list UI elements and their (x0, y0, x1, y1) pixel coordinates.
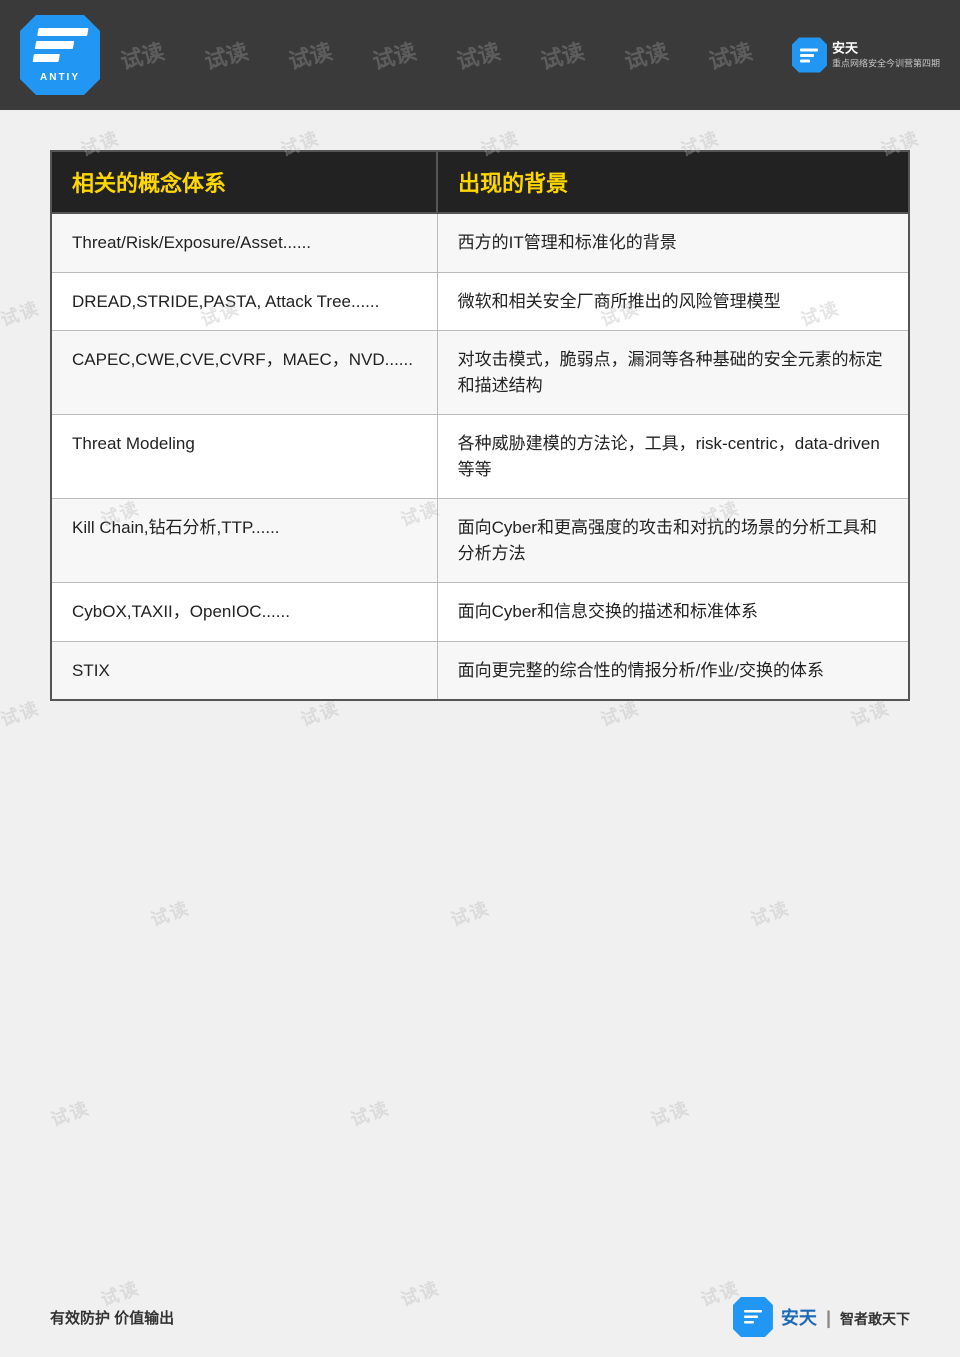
footer-antiy-text: 安天 (781, 1308, 817, 1328)
footer-left-text: 有效防护 价值输出 (50, 1307, 174, 1328)
header-wm-6: 试读 (537, 39, 588, 71)
header-right-logo: 安天 重点网络安全今训营第四期 (792, 38, 940, 73)
col-right-header: 出现的背景 (437, 151, 909, 213)
table-cell-left-2: CAPEC,CWE,CVE,CVRF，MAEC，NVD...... (51, 331, 437, 415)
header-wm-3: 试读 (285, 39, 336, 71)
col-left-header: 相关的概念体系 (51, 151, 437, 213)
table-cell-right-4: 面向Cyber和更高强度的攻击和对抗的场景的分析工具和分析方法 (437, 499, 909, 583)
footer-divider: | (826, 1308, 831, 1328)
table-cell-right-3: 各种威胁建模的方法论，工具，risk-centric，data-driven等等 (437, 415, 909, 499)
table-cell-left-6: STIX (51, 641, 437, 700)
footer-logo-sub: 智者敢天下 (840, 1311, 910, 1327)
logo-stripe-1 (37, 28, 88, 36)
table-row: Kill Chain,钻石分析,TTP......面向Cyber和更高强度的攻击… (51, 499, 909, 583)
table-row: Threat/Risk/Exposure/Asset......西方的IT管理和… (51, 213, 909, 272)
table-cell-right-2: 对攻击模式，脆弱点，漏洞等各种基础的安全元素的标定和描述结构 (437, 331, 909, 415)
header-wm-1: 试读 (117, 39, 168, 71)
antiy-logo: ANTIY (20, 15, 100, 95)
table-cell-left-4: Kill Chain,钻石分析,TTP...... (51, 499, 437, 583)
table-row: Threat Modeling各种威胁建模的方法论，工具，risk-centri… (51, 415, 909, 499)
header-wm-7: 试读 (621, 39, 672, 71)
table-cell-right-1: 微软和相关安全厂商所推出的风险管理模型 (437, 272, 909, 331)
header-wm-8: 试读 (705, 39, 756, 71)
logo-stripe-2 (35, 41, 74, 49)
header-wm-5: 试读 (453, 39, 504, 71)
logo-text: ANTIY (40, 72, 80, 83)
header-wm-2: 试读 (201, 39, 252, 71)
logo-stripes (31, 28, 88, 68)
table-cell-right-5: 面向Cyber和信息交换的描述和标准体系 (437, 583, 909, 642)
footer-logo-text: 安天 | 智者敢天下 (781, 1304, 910, 1330)
header-right-logo-sub: 重点网络安全今训营第四期 (832, 56, 940, 69)
footer-right: 安天 | 智者敢天下 (733, 1297, 910, 1337)
logo-stripe-3 (33, 54, 60, 62)
table-cell-left-3: Threat Modeling (51, 415, 437, 499)
table-cell-right-0: 西方的IT管理和标准化的背景 (437, 213, 909, 272)
table-cell-left-0: Threat/Risk/Exposure/Asset...... (51, 213, 437, 272)
header-wm-4: 试读 (369, 39, 420, 71)
header: ANTIY 试读 试读 试读 试读 试读 试读 试读 试读 安天 重点网络安全今… (0, 0, 960, 110)
footer-badge (733, 1297, 773, 1337)
table-row: STIX面向更完整的综合性的情报分析/作业/交换的体系 (51, 641, 909, 700)
table-cell-right-6: 面向更完整的综合性的情报分析/作业/交换的体系 (437, 641, 909, 700)
header-right-logo-text: 安天 (832, 41, 940, 57)
main-content: 相关的概念体系 出现的背景 Threat/Risk/Exposure/Asset… (0, 110, 960, 1260)
main-table: 相关的概念体系 出现的背景 Threat/Risk/Exposure/Asset… (50, 150, 910, 701)
table-row: CAPEC,CWE,CVE,CVRF，MAEC，NVD......对攻击模式，脆… (51, 331, 909, 415)
table-row: CybOX,TAXII，OpenIOC......面向Cyber和信息交换的描述… (51, 583, 909, 642)
table-row: DREAD,STRIDE,PASTA, Attack Tree......微软和… (51, 272, 909, 331)
table-cell-left-1: DREAD,STRIDE,PASTA, Attack Tree...... (51, 272, 437, 331)
footer: 有效防护 价值输出 安天 | 智者敢天下 (0, 1277, 960, 1357)
header-badge (792, 38, 827, 73)
table-cell-left-5: CybOX,TAXII，OpenIOC...... (51, 583, 437, 642)
